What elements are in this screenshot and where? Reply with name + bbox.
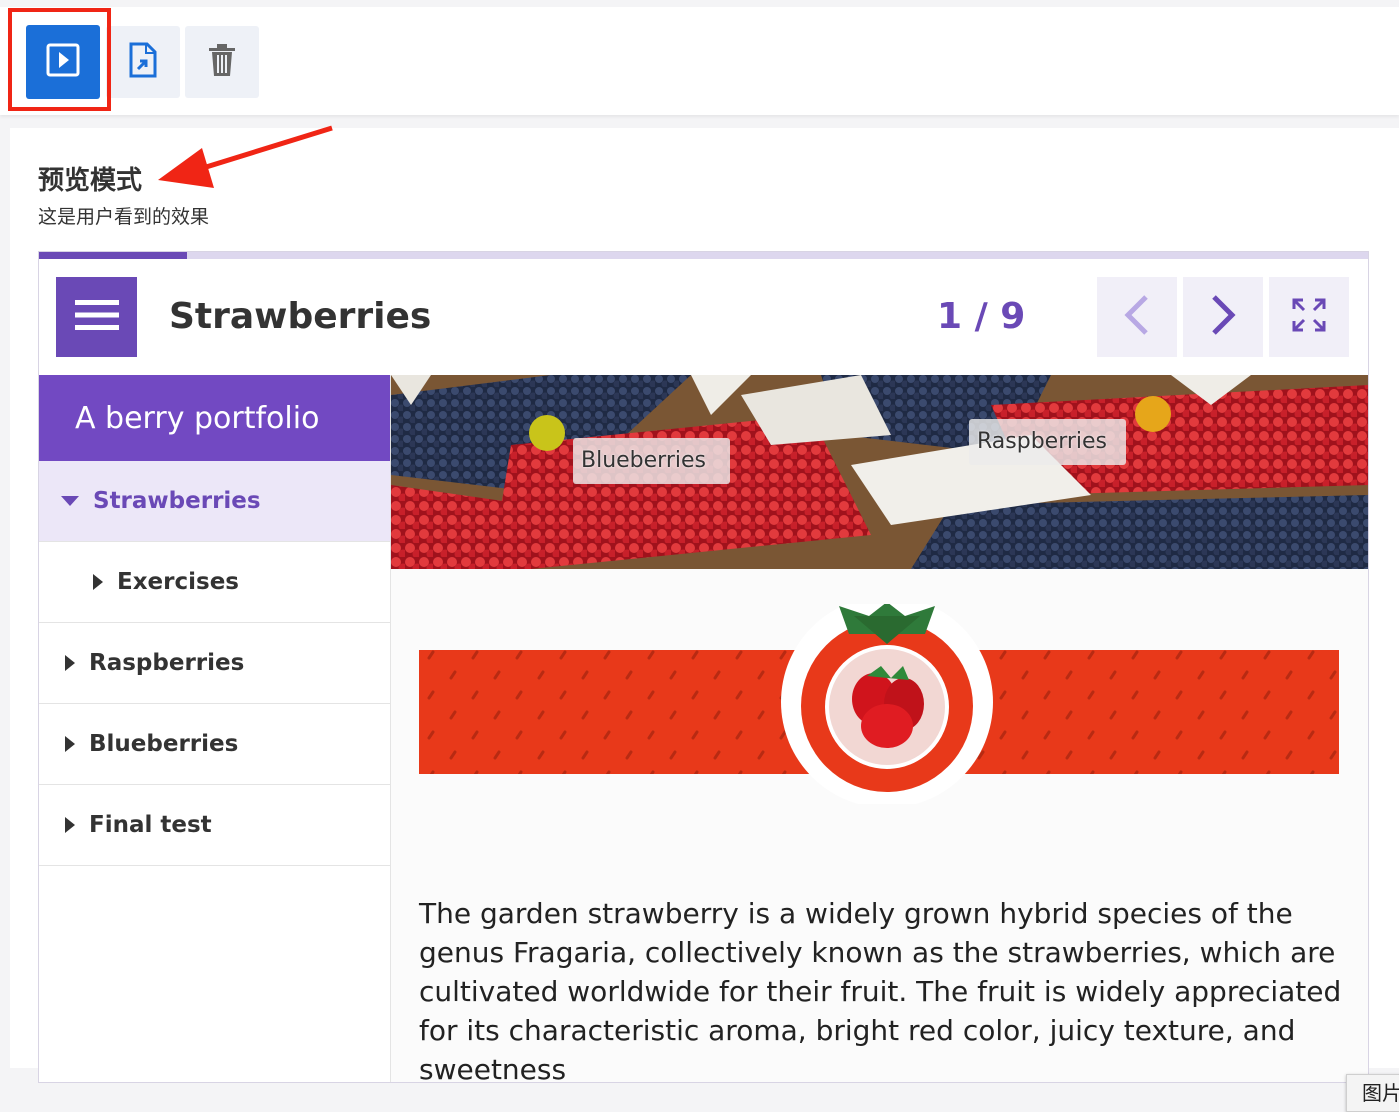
- page-counter: 1 / 9: [937, 296, 1026, 337]
- chevron-left-icon: [1122, 293, 1152, 342]
- hamburger-icon: [74, 298, 119, 337]
- sidebar-item-final-test[interactable]: Final test: [39, 785, 390, 866]
- berries-hero-image: Blueberries Raspberries: [391, 375, 1368, 569]
- next-page-button[interactable]: [1183, 277, 1263, 357]
- hotspot-label-raspberries: Raspberries: [969, 419, 1126, 465]
- previous-page-button[interactable]: [1097, 277, 1177, 357]
- export-document-icon: [127, 42, 159, 83]
- sidebar-item-label: Strawberries: [93, 488, 261, 514]
- progress-bar: [39, 252, 1368, 259]
- highlight-box: [8, 8, 111, 111]
- caret-down-icon: [61, 496, 79, 506]
- book-title: A berry portfolio: [39, 375, 390, 461]
- sidebar-item-label: Blueberries: [89, 731, 239, 757]
- caret-right-icon: [65, 817, 75, 833]
- book-navigation-sidebar: A berry portfolio Strawberries Exercises…: [39, 375, 391, 1082]
- trash-icon: [207, 43, 237, 82]
- delete-button[interactable]: [185, 26, 259, 98]
- menu-toggle-button[interactable]: [56, 277, 137, 357]
- preview-mode-title: 预览模式: [38, 166, 143, 196]
- chevron-right-icon: [1208, 293, 1238, 342]
- progress-bar-fill: [39, 252, 187, 259]
- preview-mode-subtitle: 这是用户看到的效果: [38, 206, 210, 228]
- hotspot-raspberries[interactable]: [1135, 396, 1171, 432]
- editor-toolbar: [0, 7, 1399, 115]
- image-tooltip: 图片: [1346, 1074, 1399, 1112]
- hotspot-label-blueberries: Blueberries: [573, 438, 730, 484]
- red-arrow-annotation: [158, 125, 333, 188]
- strawberry-banner-image[interactable]: [419, 604, 1339, 804]
- berry-market-image: [391, 375, 1368, 569]
- sidebar-item-strawberries[interactable]: Strawberries: [39, 461, 390, 542]
- chapter-title: Strawberries: [169, 296, 432, 337]
- export-button[interactable]: [106, 26, 180, 98]
- sidebar-item-exercises[interactable]: Exercises: [39, 542, 390, 623]
- sidebar-item-raspberries[interactable]: Raspberries: [39, 623, 390, 704]
- sidebar-item-blueberries[interactable]: Blueberries: [39, 704, 390, 785]
- fullscreen-button[interactable]: [1269, 277, 1349, 357]
- chapter-body-text: The garden strawberry is a widely grown …: [419, 897, 1342, 1086]
- sidebar-item-label: Final test: [89, 812, 212, 838]
- fullscreen-expand-icon: [1292, 298, 1326, 337]
- hotspot-blueberries[interactable]: [529, 415, 565, 451]
- interactive-book: Strawberries 1 / 9 A berry portfolio Str…: [38, 251, 1399, 1112]
- caret-right-icon: [93, 574, 103, 590]
- sidebar-item-label: Raspberries: [89, 650, 245, 676]
- caret-right-icon: [65, 736, 75, 752]
- caret-right-icon: [65, 655, 75, 671]
- sidebar-item-label: Exercises: [117, 569, 239, 595]
